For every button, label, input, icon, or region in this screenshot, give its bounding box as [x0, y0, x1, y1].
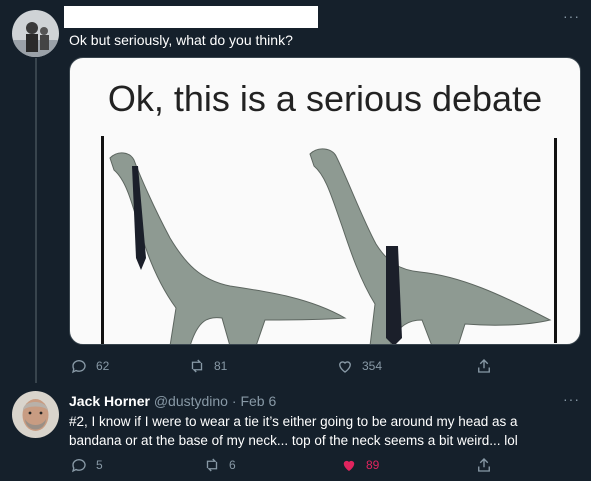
retweet-icon: [191, 359, 203, 373]
redacted-username-box: [64, 6, 318, 28]
reply-count: 5: [96, 458, 103, 472]
user-handle[interactable]: @dustydino: [154, 393, 228, 409]
more-options-icon[interactable]: ···: [563, 8, 580, 24]
share-button[interactable]: [475, 357, 493, 375]
display-name[interactable]: Jack Horner: [69, 393, 150, 409]
like-count: 89: [366, 458, 380, 472]
reply-button[interactable]: 5: [70, 456, 103, 474]
like-button[interactable]: 89: [340, 456, 379, 474]
more-options-icon[interactable]: ···: [563, 391, 580, 407]
post-date[interactable]: Feb 6: [240, 393, 276, 409]
share-icon: [478, 359, 490, 373]
like-button[interactable]: 354: [336, 357, 382, 375]
reply-icon: [71, 360, 86, 374]
reply-text-line-2: bandana or at the base of my neck... top…: [69, 433, 518, 448]
retweet-count: 81: [214, 359, 228, 373]
retweet-count: 6: [229, 458, 236, 472]
tweet-image[interactable]: Ok, this is a serious debate: [69, 57, 581, 345]
reply-header: Jack Horner @dustydino · Feb 6: [69, 391, 276, 411]
avatar-photo: [12, 10, 59, 57]
heart-icon: [343, 460, 355, 471]
share-icon: [478, 458, 490, 472]
reply-text-line-1: #2, I know if I were to wear a tie it’s …: [69, 414, 518, 429]
retweet-button[interactable]: 6: [203, 456, 236, 474]
meme-illustration: [101, 136, 557, 344]
reply-button[interactable]: 62: [70, 357, 109, 375]
tweet-text: Ok but seriously, what do you think?: [69, 32, 293, 48]
retweet-icon: [206, 458, 218, 472]
avatar-photo: [12, 391, 59, 438]
share-button[interactable]: [475, 456, 493, 474]
heart-icon: [339, 361, 351, 373]
reply-count: 62: [96, 359, 110, 373]
retweet-button[interactable]: 81: [188, 357, 227, 375]
reply-icon: [71, 459, 86, 473]
reply-author-avatar[interactable]: [12, 391, 59, 438]
like-count: 354: [362, 359, 383, 373]
thread-connector-line: [35, 58, 37, 383]
user-avatar[interactable]: [12, 10, 59, 57]
separator: ·: [231, 393, 237, 409]
